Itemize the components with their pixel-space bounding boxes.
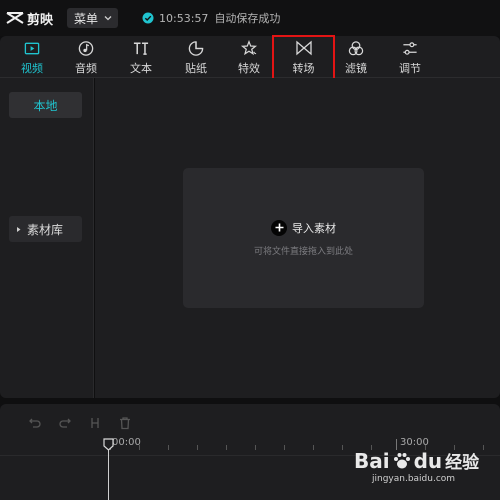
watermark-url: jingyan.baidu.com bbox=[372, 474, 456, 484]
baidu-watermark: Bai du 经验 jingyan.baidu.com bbox=[354, 448, 494, 494]
adjust-icon bbox=[403, 42, 417, 55]
media-toolbar: 视频 音频 文本 贴纸 特效 转场 滤镜 调节 bbox=[0, 35, 500, 85]
ruler-tick bbox=[313, 445, 314, 450]
tab-transition[interactable]: 转场 bbox=[272, 35, 335, 85]
redo-icon[interactable] bbox=[58, 416, 72, 430]
caret-right-icon bbox=[17, 226, 21, 232]
media-panel: 导入素材 可将文件直接拖入到此处 bbox=[95, 78, 500, 398]
ruler-tick bbox=[168, 445, 169, 450]
ruler-tick bbox=[342, 445, 343, 450]
ruler-tick bbox=[139, 445, 140, 450]
tab-effects-label: 特效 bbox=[238, 62, 260, 75]
watermark-brand-b: du bbox=[413, 448, 443, 473]
capcut-logo-icon bbox=[6, 12, 24, 24]
menu-label: 菜单 bbox=[74, 11, 99, 26]
tab-video-label: 视频 bbox=[21, 62, 43, 75]
drop-hint: 可将文件直接拖入到此处 bbox=[253, 246, 353, 257]
save-status: 10:53:57 自动保存成功 bbox=[142, 10, 280, 26]
video-icon bbox=[24, 42, 40, 55]
save-text: 自动保存成功 bbox=[214, 12, 281, 25]
tab-text-label: 文本 bbox=[130, 62, 152, 75]
chevron-down-icon bbox=[104, 16, 112, 21]
text-icon bbox=[133, 42, 149, 55]
tab-text[interactable]: 文本 bbox=[117, 38, 165, 76]
tab-audio-label: 音频 bbox=[75, 62, 97, 75]
tab-adjust-label: 调节 bbox=[399, 62, 421, 75]
playhead-handle-icon[interactable] bbox=[103, 438, 114, 451]
undo-icon[interactable] bbox=[28, 416, 42, 430]
effects-icon bbox=[240, 40, 258, 56]
tab-filter-label: 滤镜 bbox=[345, 62, 367, 75]
watermark-brand-c: 经验 bbox=[445, 453, 480, 473]
import-dropzone[interactable]: 导入素材 可将文件直接拖入到此处 bbox=[183, 168, 424, 308]
save-time: 10:53:57 bbox=[159, 11, 209, 25]
tab-audio[interactable]: 音频 bbox=[62, 38, 110, 76]
check-circle-icon bbox=[142, 12, 154, 24]
import-label: 导入素材 bbox=[292, 221, 336, 235]
paw-icon bbox=[393, 452, 410, 468]
timeline-toolbar bbox=[28, 416, 132, 430]
filter-icon bbox=[348, 41, 364, 56]
tab-effects[interactable]: 特效 bbox=[225, 38, 273, 76]
tab-transition-label: 转场 bbox=[292, 62, 315, 75]
app-name: 剪映 bbox=[27, 12, 54, 28]
sidebar-item-library[interactable]: 素材库 bbox=[9, 216, 82, 242]
menu-button[interactable]: 菜单 bbox=[67, 8, 119, 28]
title-bar: 剪映 菜单 10:53:57 自动保存成功 bbox=[0, 0, 500, 36]
app-logo: 剪映 bbox=[6, 9, 53, 28]
delete-icon[interactable] bbox=[118, 416, 132, 430]
watermark-brand: Bai du 经验 bbox=[354, 448, 480, 474]
split-icon[interactable] bbox=[88, 416, 102, 430]
audio-icon bbox=[78, 41, 94, 56]
ruler-tick bbox=[226, 445, 227, 450]
tab-sticker-label: 贴纸 bbox=[185, 62, 207, 75]
sidebar-item-library-label: 素材库 bbox=[27, 222, 64, 237]
transition-icon bbox=[295, 40, 312, 56]
ruler-tick bbox=[197, 445, 198, 450]
time-label-start: 00:00 bbox=[112, 437, 141, 448]
watermark-brand-a: Bai bbox=[354, 448, 390, 473]
plus-icon bbox=[271, 219, 287, 236]
sidebar-item-local[interactable]: 本地 bbox=[9, 92, 82, 118]
sticker-icon bbox=[188, 41, 204, 56]
tab-video[interactable]: 视频 bbox=[8, 38, 56, 76]
ruler-tick bbox=[255, 445, 256, 450]
import-button[interactable]: 导入素材 bbox=[271, 219, 336, 236]
media-sidebar: 本地 素材库 bbox=[0, 78, 94, 398]
tab-filter[interactable]: 滤镜 bbox=[332, 38, 380, 76]
tab-sticker[interactable]: 贴纸 bbox=[172, 38, 220, 76]
tab-adjust[interactable]: 调节 bbox=[386, 38, 434, 76]
ruler-tick bbox=[284, 445, 285, 450]
